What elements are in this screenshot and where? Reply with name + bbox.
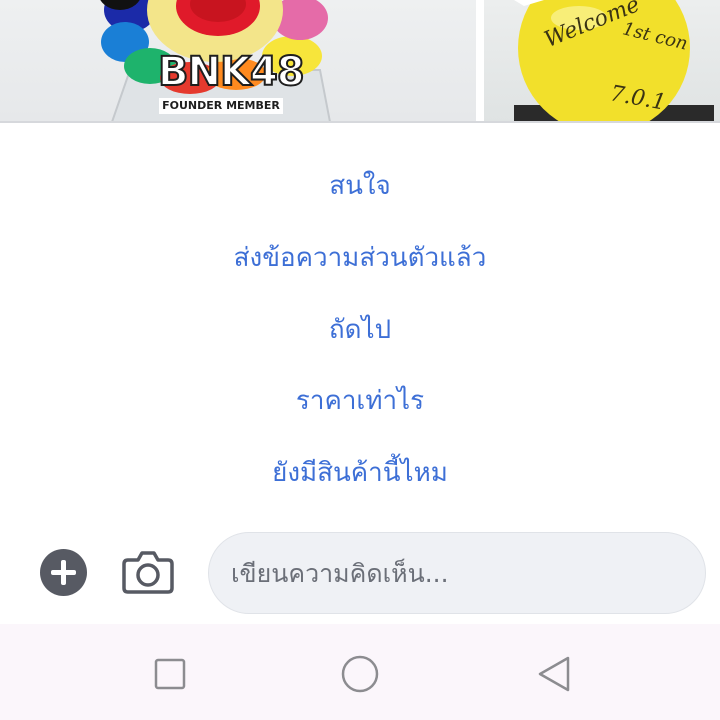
photo-divider (476, 0, 484, 122)
badge-caption: FOUNDER MEMBER (159, 98, 283, 114)
camera-icon (122, 551, 174, 594)
back-button[interactable] (532, 652, 576, 696)
triangle-back-icon (538, 656, 570, 692)
quick-reply-price[interactable]: ราคาเท่าไร (0, 373, 720, 429)
quick-reply-next[interactable]: ถัดไป (0, 302, 720, 358)
quick-reply-available[interactable]: ยังมีสินค้านี้ไหม (0, 445, 720, 501)
photo-signed-ball[interactable]: Welcome 1st con 7.0.1 (484, 0, 720, 122)
camera-button[interactable] (122, 548, 174, 596)
marketplace-comment-screen: BNK48 FOUNDER MEMBER Welcome 1st con 7.0… (0, 0, 720, 720)
bnk48-badge: BNK48 FOUNDER MEMBER (157, 49, 306, 114)
comment-composer (0, 522, 720, 622)
photo-strip: BNK48 FOUNDER MEMBER Welcome 1st con 7.0… (0, 0, 720, 123)
square-icon (154, 658, 186, 690)
add-attachment-button[interactable] (40, 549, 87, 596)
home-button[interactable] (338, 652, 382, 696)
recents-button[interactable] (148, 652, 192, 696)
badge-logo: BNK48 (157, 49, 306, 95)
system-nav-bar (0, 624, 720, 720)
comment-input[interactable] (208, 532, 706, 614)
quick-reply-message-sent[interactable]: ส่งข้อความส่วนตัวแล้ว (0, 230, 720, 286)
plus-circle-icon (51, 560, 76, 585)
photo-bnk48-badge[interactable]: BNK48 FOUNDER MEMBER (0, 0, 476, 122)
circle-icon (341, 655, 379, 693)
quick-reply-interested[interactable]: สนใจ (0, 158, 720, 214)
photo-strip-border (0, 121, 720, 123)
